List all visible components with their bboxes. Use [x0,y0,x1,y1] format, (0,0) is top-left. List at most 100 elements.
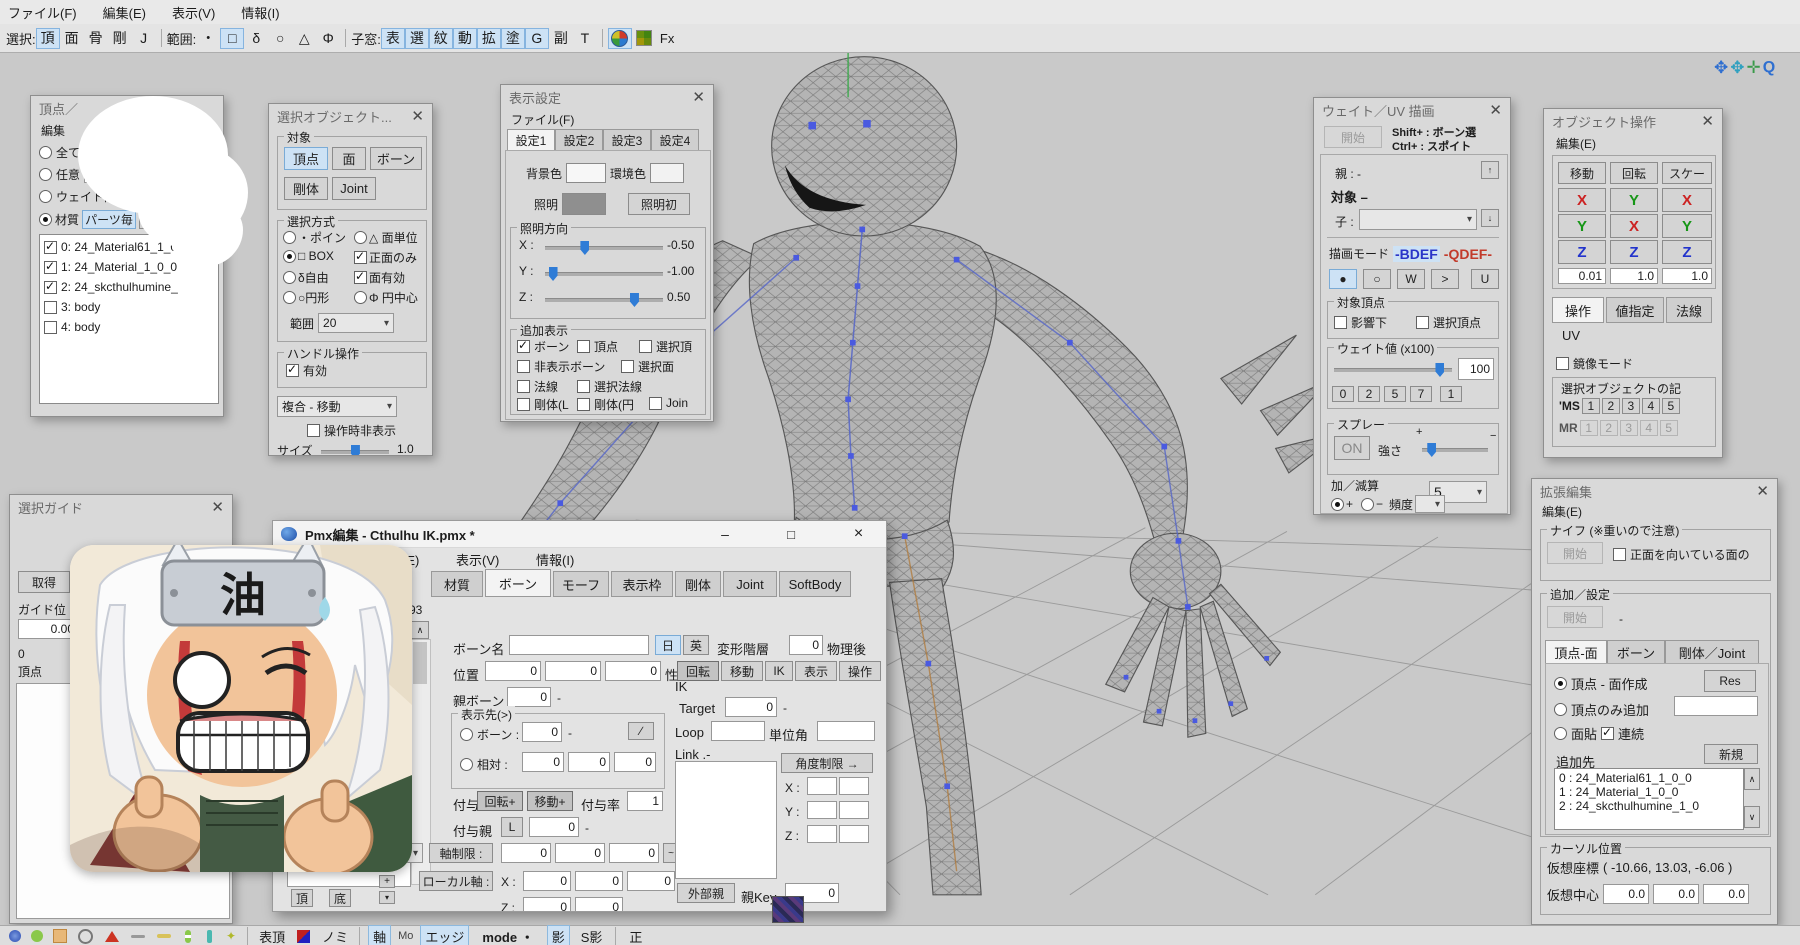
subwin-t-button[interactable]: T [573,28,597,49]
material-4-checkbox[interactable] [44,321,57,334]
display-menu-file[interactable]: ファイル(F) [511,111,574,128]
mr-2-button[interactable]: 2 [1600,420,1618,436]
show-selvertex-checkbox[interactable] [639,340,652,353]
menu-view[interactable]: 表示(V) [172,3,215,22]
status-color-square-icon[interactable] [297,930,310,943]
preset-25-button[interactable]: 2 [1358,386,1380,402]
center-y-input[interactable]: 0.0 [1653,884,1699,904]
face-paste-radio[interactable] [1554,727,1567,740]
material-1-checkbox[interactable] [44,261,57,274]
tab-normal[interactable]: 法線 [1666,297,1712,323]
deform-layer-input[interactable]: 0 [789,635,823,655]
influence-checkbox[interactable] [1334,316,1347,329]
face-valid-checkbox[interactable] [354,271,367,284]
local-z2-input[interactable]: 0 [575,897,623,912]
select-joint-button[interactable]: J [132,28,156,49]
list-down-button[interactable]: ▾ [379,891,395,904]
ik-z2-input[interactable] [839,825,869,843]
status-shadow-toggle[interactable]: 影 [547,925,570,945]
flag-visible-button[interactable]: 表示 [795,661,837,681]
range-free-button[interactable]: δ [244,28,268,49]
ms-1-button[interactable]: 1 [1582,398,1600,414]
child-down-button[interactable]: ↓ [1481,209,1499,227]
status-axis-toggle[interactable]: 軸 [368,925,391,945]
close-icon[interactable]: ✕ [1701,114,1714,129]
close-icon[interactable]: ✕ [692,90,705,105]
select-rigid-button[interactable]: 剛 [108,28,132,49]
qdef-mode-button[interactable]: -QDEF- [1444,246,1492,262]
preset-75-button[interactable]: 7 [1410,386,1432,402]
rotate-button[interactable]: 回転 [1610,162,1658,184]
selected-vertex-checkbox[interactable] [1416,316,1429,329]
dest-scroll-up[interactable]: ∧ [1744,768,1760,790]
handle-size-slider[interactable] [321,450,389,454]
pmx-titlebar[interactable]: Pmx編集 - Cthulhu IK.pmx * – □ × [273,521,886,548]
status-nomi[interactable]: ノミ [322,927,348,945]
method-faceunit-radio[interactable] [354,231,367,244]
mirror-mode-checkbox[interactable] [1556,357,1569,370]
rel-z-input[interactable]: 0 [614,752,656,772]
local-x3-input[interactable]: 0 [627,871,675,891]
grant-move-button[interactable]: 移動+ [527,791,573,811]
sub-radio[interactable] [1361,498,1374,511]
menu-edit[interactable]: 編集(E) [103,3,146,22]
subwin-select-button[interactable]: 選 [405,28,429,49]
mask-material-radio[interactable] [39,213,52,226]
tab-vertex-face[interactable]: 頂点-面 [1545,640,1607,664]
subwin-sub-button[interactable]: 副 [549,28,573,49]
tab-ext-bone[interactable]: ボーン [1607,640,1665,664]
ik-y2-input[interactable] [839,801,869,819]
local-x1-input[interactable]: 0 [523,871,571,891]
menu-file[interactable]: ファイル(F) [8,3,77,22]
move-y-button[interactable]: Y [1558,214,1606,238]
subwin-paint-button[interactable]: 塗 [501,28,525,49]
mask-any-radio[interactable] [39,168,52,181]
range-circle-button[interactable]: ○ [268,28,292,49]
mr-3-button[interactable]: 3 [1620,420,1638,436]
vertex-menu-edit[interactable]: 編集 [41,122,65,139]
env-color-swatch[interactable] [650,163,684,183]
rel-x-input[interactable]: 0 [522,752,564,772]
scale-step-input[interactable]: 1.0 [1662,268,1712,284]
light-y-slider[interactable] [545,272,663,276]
view-pan-icon[interactable]: ✥ [1714,58,1728,78]
ik-z1-input[interactable] [807,825,837,843]
disp-relative-radio[interactable] [460,758,473,771]
list-add-button[interactable]: + [379,875,395,888]
tab-settings3[interactable]: 設定3 [603,129,651,151]
move-z-button[interactable]: Z [1558,240,1606,264]
show-bone-checkbox[interactable] [517,340,530,353]
create-face-radio[interactable] [1554,677,1567,690]
tab-operation[interactable]: 操作 [1552,297,1604,323]
add-radio[interactable] [1331,498,1344,511]
status-mo-toggle[interactable]: Mo [398,930,413,942]
brush-gradient-button[interactable]: > [1431,269,1459,289]
front-only-checkbox[interactable] [354,251,367,264]
bdef-mode-button[interactable]: -BDEF [1393,246,1440,262]
show-joint-checkbox[interactable] [649,397,662,410]
mask-all-radio[interactable] [39,146,52,159]
close-icon[interactable]: ✕ [1489,103,1502,118]
status-blue-dot-icon[interactable] [9,930,21,942]
status-circle-icon[interactable] [78,929,93,944]
parent-up-button[interactable]: ↑ [1481,161,1499,179]
brush-uv-button[interactable]: U [1471,269,1499,289]
handle-enable-checkbox[interactable] [286,364,299,377]
preset-100-button[interactable]: 1 [1440,386,1462,402]
status-teal-bar-icon[interactable] [207,930,212,943]
minimize-button[interactable]: – [699,521,751,547]
light-init-button[interactable]: 照明初 [628,193,690,215]
frequency-dropdown[interactable] [1415,495,1445,513]
flag-ik-button[interactable]: IK [765,661,793,681]
scale-button[interactable]: スケー [1662,162,1712,184]
ik-y1-input[interactable] [807,801,837,819]
scale-y-button[interactable]: Y [1662,214,1712,238]
scale-z-button[interactable]: Z [1662,240,1712,264]
status-mode-dropdown[interactable]: mode ・ [482,927,533,945]
mr-5-button[interactable]: 5 [1660,420,1678,436]
status-yellow-wave-icon[interactable] [157,934,171,938]
grant-rotate-button[interactable]: 回転+ [477,791,523,811]
range-box-button[interactable]: □ [220,28,244,49]
fx-label[interactable]: Fx [660,31,674,46]
tab-value-spec[interactable]: 値指定 [1606,297,1664,323]
